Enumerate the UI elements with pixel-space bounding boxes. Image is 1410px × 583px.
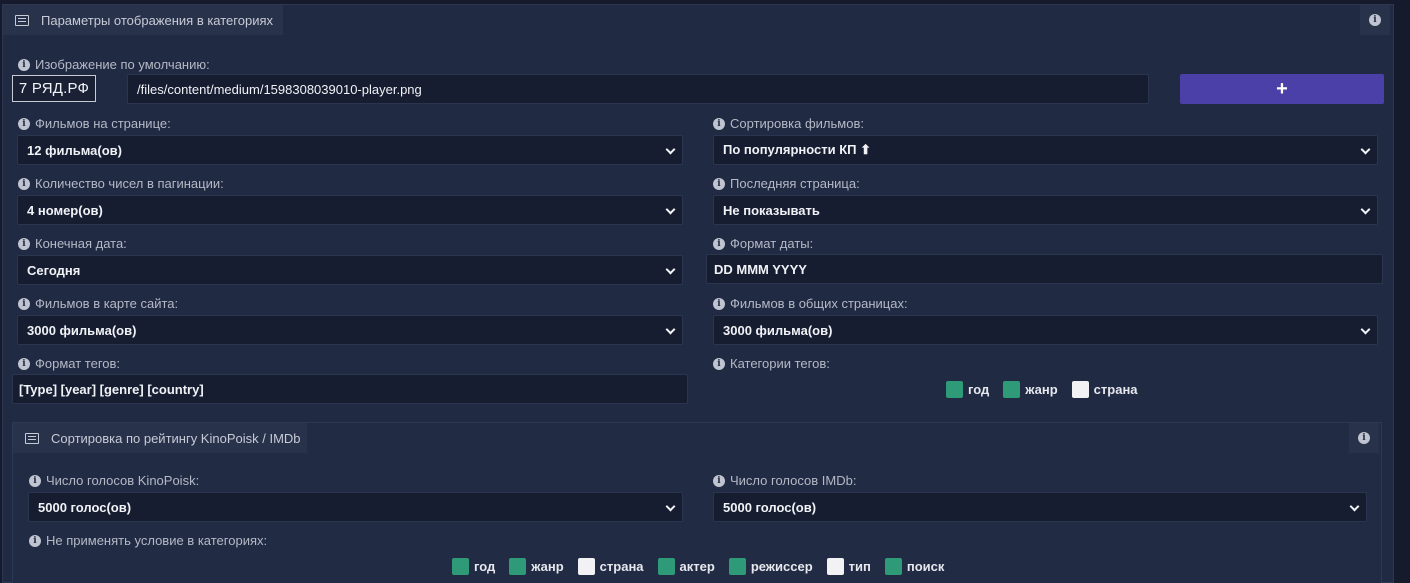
info-circle-icon: i [713, 357, 725, 370]
kp-votes-label: i Число голосов KinoPoisk: [29, 473, 199, 488]
info-circle-icon: i [1358, 432, 1370, 444]
info-circle-icon: i [18, 177, 30, 190]
info-circle-icon: i [18, 357, 30, 370]
info-button[interactable]: i [1349, 423, 1379, 453]
checkbox-country[interactable]: страна [1071, 381, 1138, 398]
info-circle-icon: i [713, 117, 725, 130]
info-circle-icon: i [18, 58, 30, 71]
imdb-votes-label: i Число голосов IMDb: [713, 473, 856, 488]
rating-section-header: Сортировка по рейтингу KinoPoisk / IMDb [13, 423, 307, 453]
add-image-button[interactable]: + [1180, 74, 1384, 104]
end-date-select[interactable]: Сегодня [17, 255, 683, 285]
info-circle-icon: i [713, 474, 725, 487]
date-format-input[interactable]: DD MMM YYYY [706, 254, 1383, 284]
checkbox-year[interactable]: год [452, 558, 495, 575]
sitemap-select[interactable]: 3000 фильма(ов) [17, 315, 683, 345]
sort-select[interactable]: По популярности КП ⬆ [713, 135, 1378, 165]
chevron-down-icon [665, 204, 676, 215]
last-page-select[interactable]: Не показывать [713, 195, 1378, 225]
info-button[interactable]: i [1360, 5, 1390, 35]
films-per-page-label: i Фильмов на странице: [18, 116, 171, 131]
imdb-votes-select[interactable]: 5000 голос(ов) [713, 492, 1367, 522]
info-circle-icon: i [29, 534, 41, 547]
exclude-categories-checkboxes: год жанр страна актер режиссер тип поиск [452, 558, 958, 575]
info-circle-icon: i [713, 297, 725, 310]
tag-format-input[interactable]: [Type] [year] [genre] [country] [12, 374, 688, 404]
pagination-label: i Количество чисел в пагинации: [18, 176, 224, 191]
checkbox-box[interactable] [728, 558, 746, 575]
checkbox-search[interactable]: поиск [884, 558, 944, 575]
checkbox-box[interactable] [1003, 381, 1021, 398]
tag-categories-checkboxes: год жанр страна [946, 381, 1152, 398]
checkbox-box[interactable] [577, 558, 595, 575]
checkbox-box[interactable] [826, 558, 844, 575]
default-image-input[interactable]: /files/content/medium/1598308039010-play… [127, 74, 1149, 104]
checkbox-actor[interactable]: актер [657, 558, 715, 575]
chevron-down-icon [665, 264, 676, 275]
info-circle-icon: i [1369, 14, 1381, 26]
last-page-label: i Последняя страница: [713, 176, 860, 191]
chevron-down-icon [665, 501, 676, 512]
checkbox-year[interactable]: год [946, 381, 989, 398]
checkbox-box[interactable] [1071, 381, 1089, 398]
chevron-down-icon [1360, 204, 1371, 215]
info-circle-icon: i [713, 177, 725, 190]
rating-section-title: Сортировка по рейтингу KinoPoisk / IMDb [51, 430, 301, 446]
checkbox-director[interactable]: режиссер [728, 558, 813, 575]
checkbox-type[interactable]: тип [826, 558, 871, 575]
default-image-preview[interactable]: 7 РЯД.РФ [12, 75, 96, 102]
info-circle-icon: i [18, 237, 30, 250]
chevron-down-icon [1360, 324, 1371, 335]
tag-format-label: i Формат тегов: [18, 356, 120, 371]
checkbox-box[interactable] [884, 558, 902, 575]
checkbox-country[interactable]: страна [577, 558, 644, 575]
list-card-icon [15, 14, 29, 26]
exclude-categories-label: i Не применять условие в категориях: [29, 533, 267, 548]
common-pages-select[interactable]: 3000 фильма(ов) [713, 315, 1378, 345]
info-circle-icon: i [713, 237, 725, 250]
info-circle-icon: i [29, 474, 41, 487]
kp-votes-select[interactable]: 5000 голос(ов) [28, 492, 683, 522]
info-circle-icon: i [18, 117, 30, 130]
sort-label: i Сортировка фильмов: [713, 116, 864, 131]
date-format-label: i Формат даты: [713, 236, 813, 251]
info-circle-icon: i [18, 297, 30, 310]
pagination-select[interactable]: 4 номер(ов) [17, 195, 683, 225]
section-title: Параметры отображения в категориях [41, 12, 274, 28]
chevron-down-icon [665, 324, 676, 335]
checkbox-box[interactable] [657, 558, 675, 575]
checkbox-box[interactable] [946, 381, 963, 398]
chevron-down-icon [1360, 144, 1371, 155]
common-pages-label: i Фильмов в общих страницах: [713, 296, 908, 311]
list-card-icon [25, 432, 39, 444]
default-image-label: i Изображение по умолчанию: [18, 57, 210, 72]
films-per-page-select[interactable]: 12 фильма(ов) [17, 135, 683, 165]
checkbox-box[interactable] [509, 558, 527, 575]
checkbox-box[interactable] [452, 558, 469, 575]
sitemap-label: i Фильмов в карте сайта: [18, 296, 178, 311]
tag-categories-label: i Категории тегов: [713, 356, 830, 371]
section-header: Параметры отображения в категориях [3, 5, 283, 35]
checkbox-genre[interactable]: жанр [1003, 381, 1058, 398]
chevron-down-icon [1349, 501, 1360, 512]
end-date-label: i Конечная дата: [18, 236, 127, 251]
chevron-down-icon [665, 144, 676, 155]
checkbox-genre[interactable]: жанр [509, 558, 564, 575]
